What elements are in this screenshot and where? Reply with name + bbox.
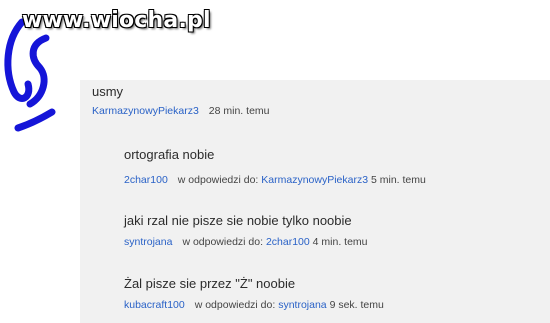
comment-text: ortografia nobie	[124, 147, 215, 162]
reply-to-link[interactable]: KarmazynowyPiekarz3	[261, 174, 368, 186]
reply-label: w odpowiedzi do:	[177, 174, 259, 186]
comment-text: usmy	[92, 84, 124, 99]
comment-meta: 2char100 w odpowiedzi do: KarmazynowyPiek…	[124, 174, 426, 186]
reply-item: jaki rzal nie pisze sie nobie tylko noob…	[124, 213, 368, 248]
comment-time: 28 min. temu	[208, 105, 270, 117]
reply-to-link[interactable]: syntrojana	[278, 299, 326, 311]
reply-item: ortografia nobie 2char100 w odpowiedzi do…	[124, 147, 426, 186]
reply-label: w odpowiedzi do:	[194, 299, 276, 311]
comment-time: 4 min. temu	[312, 236, 368, 248]
comment-meta: kubacraft100 w odpowiedzi do: syntrojana …	[124, 299, 384, 311]
author-link[interactable]: syntrojana	[124, 236, 172, 248]
reply-label: w odpowiedzi do:	[182, 236, 264, 248]
comment-item: usmy KarmazynowyPiekarz3 28 min. temu	[92, 84, 270, 117]
comment-meta: syntrojana w odpowiedzi do: 2char100 4 mi…	[124, 236, 368, 248]
author-link[interactable]: 2char100	[124, 174, 168, 186]
reply-item: Żal pisze sie przez "Ż" noobie kubacraft…	[124, 276, 384, 311]
author-link[interactable]: kubacraft100	[124, 299, 185, 311]
author-link[interactable]: KarmazynowyPiekarz3	[92, 105, 199, 117]
reply-to-link[interactable]: 2char100	[266, 236, 310, 248]
comment-text: Żal pisze sie przez "Ż" noobie	[124, 276, 296, 291]
comment-text: jaki rzal nie pisze sie nobie tylko noob…	[124, 213, 352, 228]
comments-panel: usmy KarmazynowyPiekarz3 28 min. temu ort…	[80, 80, 550, 323]
comment-meta: KarmazynowyPiekarz3 28 min. temu	[92, 105, 270, 117]
comment-time: 9 sek. temu	[329, 299, 384, 311]
comment-time: 5 min. temu	[371, 174, 426, 186]
wiocha-watermark: www.wiocha.pl	[22, 8, 211, 33]
